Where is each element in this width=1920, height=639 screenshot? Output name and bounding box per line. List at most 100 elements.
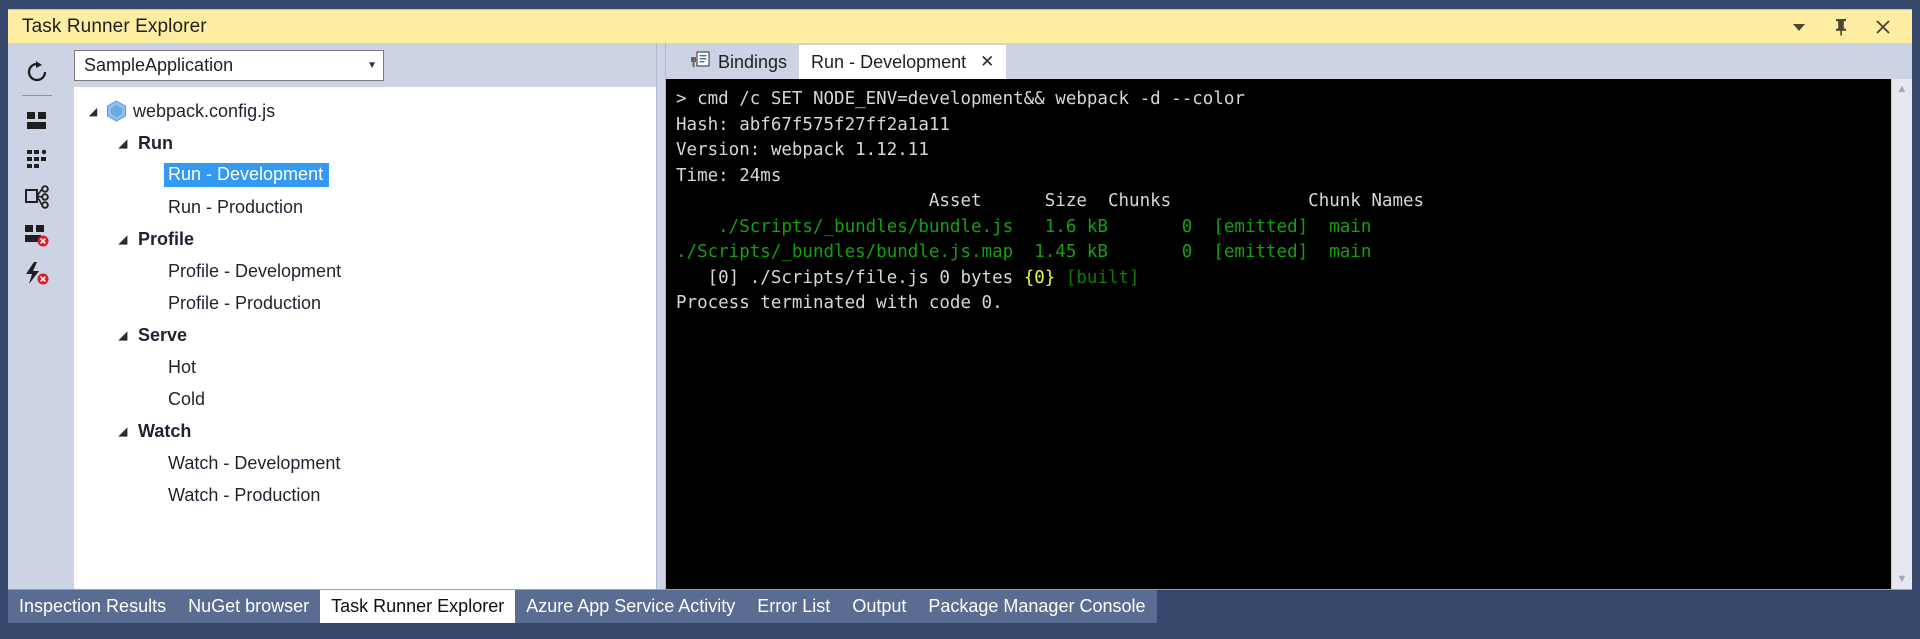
tree-node-root[interactable]: ◢ webpack.config.js: [74, 95, 656, 127]
tool-window: Task Runner Explorer SampleApplication ▼…: [0, 0, 1920, 639]
tree-task-cold[interactable]: Cold: [74, 383, 656, 415]
tree-group-label: Watch: [138, 420, 192, 441]
tab-label: Bindings: [718, 51, 788, 72]
bottom-tab-bar-filler: [1156, 590, 1912, 623]
tree-task-run-production[interactable]: Run - Production: [74, 191, 656, 223]
tree-group-label: Profile: [138, 228, 195, 249]
expander-icon[interactable]: ◢: [84, 105, 102, 118]
tree-task-label: Hot: [168, 356, 197, 377]
tree-task-watch-production[interactable]: Watch - Production: [74, 479, 656, 511]
task-list-error-icon[interactable]: [17, 216, 57, 254]
chevron-down-icon[interactable]: [1788, 16, 1810, 38]
bottom-tab-bar: Inspection Results NuGet browser Task Ru…: [8, 589, 1912, 623]
tree-task-label: Run - Development: [164, 163, 330, 187]
tab-run-development[interactable]: Run - Development ✕: [799, 45, 1007, 79]
bottom-tab-error-list[interactable]: Error List: [746, 590, 841, 623]
project-select[interactable]: SampleApplication ▼: [74, 49, 384, 81]
expander-icon[interactable]: ◢: [114, 329, 132, 342]
console-scrollbar[interactable]: ▲ ▼: [1891, 79, 1912, 589]
expander-icon[interactable]: ◢: [114, 425, 132, 438]
document-tab-strip: Bindings Run - Development ✕: [666, 43, 1912, 79]
tree-task-run-development[interactable]: Run - Development: [74, 159, 656, 191]
console-line: Time: 24ms: [676, 164, 1891, 190]
scroll-up-icon[interactable]: ▲: [1897, 83, 1908, 95]
scroll-down-icon[interactable]: ▼: [1897, 573, 1908, 585]
console-segment: Hash: abf67f575f27ff2a1a11: [676, 114, 950, 135]
close-icon[interactable]: [1872, 16, 1894, 38]
bottom-tab-nuget-browser[interactable]: NuGet browser: [177, 590, 320, 623]
console-segment: ./Scripts/_bundles/bundle.js.map 1.45 kB…: [676, 242, 1372, 262]
run-error-icon[interactable]: [17, 254, 57, 292]
task-tree[interactable]: ◢ webpack.config.js ◢ Run Run - Developm…: [74, 87, 656, 589]
tree-group-label: Run: [138, 132, 173, 153]
bottom-tab-package-manager-console[interactable]: Package Manager Console: [917, 590, 1156, 623]
tree-task-label: Cold: [168, 388, 206, 409]
console-segment: {0}: [1023, 267, 1056, 288]
console-segment: [built]: [1055, 267, 1140, 288]
panel-body: SampleApplication ▼ ◢ webpack.config.js: [8, 43, 1912, 589]
console-output[interactable]: > cmd /c SET NODE_ENV=development&& webp…: [666, 79, 1891, 589]
bottom-tab-label: Output: [852, 596, 907, 616]
console-segment: Version: webpack 1.12.11: [676, 140, 929, 160]
console-line: Process terminated with code 0.: [676, 291, 1891, 317]
bottom-tab-label: Error List: [757, 596, 831, 616]
console-segment: ./Scripts/_bundles/bundle.js 1.6 kB 0 [e…: [676, 216, 1372, 237]
task-grid-icon[interactable]: [17, 140, 57, 178]
console-wrap: > cmd /c SET NODE_ENV=development&& webp…: [666, 79, 1912, 589]
bottom-tab-azure-app-service-activity[interactable]: Azure App Service Activity: [515, 590, 746, 623]
console-segment: Asset Size Chunks Chunk Names: [676, 191, 1425, 211]
bindings-icon[interactable]: [17, 178, 57, 216]
left-toolbar: [8, 43, 66, 589]
bottom-tab-output[interactable]: Output: [841, 590, 917, 623]
tree-task-watch-development[interactable]: Watch - Development: [74, 447, 656, 479]
pin-icon[interactable]: [1830, 16, 1852, 38]
tree-task-label: Run - Production: [168, 196, 304, 217]
console-pane: Bindings Run - Development ✕ > cmd /c SE…: [666, 43, 1912, 589]
tree-task-label: Profile - Production: [168, 292, 322, 313]
chevron-down-icon: ▼: [367, 59, 377, 71]
console-line: Asset Size Chunks Chunk Names: [676, 189, 1891, 215]
tree-group-label: Serve: [138, 324, 188, 345]
close-icon[interactable]: ✕: [980, 52, 994, 72]
tree-node-label: webpack.config.js: [133, 100, 276, 121]
tree-task-profile-production[interactable]: Profile - Production: [74, 287, 656, 319]
task-tree-pane: SampleApplication ▼ ◢ webpack.config.js: [66, 43, 656, 589]
console-line: Hash: abf67f575f27ff2a1a11: [676, 113, 1891, 139]
tree-task-hot[interactable]: Hot: [74, 351, 656, 383]
console-line: ./Scripts/_bundles/bundle.js.map 1.45 kB…: [676, 240, 1891, 266]
console-line: > cmd /c SET NODE_ENV=development&& webp…: [676, 87, 1891, 113]
tree-group-serve[interactable]: ◢ Serve: [74, 319, 656, 351]
tab-label: Run - Development: [811, 51, 967, 72]
console-segment: Process terminated with code 0.: [676, 293, 1003, 313]
tree-task-label: Watch - Development: [168, 452, 341, 473]
bottom-tab-label: NuGet browser: [188, 596, 310, 616]
console-line: Version: webpack 1.12.11: [676, 138, 1891, 164]
tree-group-run[interactable]: ◢ Run: [74, 127, 656, 159]
bottom-tab-label: Azure App Service Activity: [526, 596, 736, 616]
title-bar-controls: [1788, 16, 1894, 38]
console-segment: Time: 24ms: [676, 165, 782, 186]
project-select-value: SampleApplication: [84, 54, 234, 75]
tab-bindings[interactable]: Bindings: [678, 45, 799, 79]
pane-splitter[interactable]: [656, 43, 666, 589]
bottom-tab-label: Package Manager Console: [928, 596, 1146, 616]
bottom-tab-label: Task Runner Explorer: [331, 596, 505, 616]
console-line: [0] ./Scripts/file.js 0 bytes {0} [built…: [676, 266, 1891, 292]
tree-task-label: Profile - Development: [168, 260, 342, 281]
toolbar-separator: [22, 95, 52, 96]
bottom-tab-inspection-results[interactable]: Inspection Results: [8, 590, 177, 623]
console-line: ./Scripts/_bundles/bundle.js 1.6 kB 0 [e…: [676, 215, 1891, 241]
project-select-row: SampleApplication ▼: [66, 43, 656, 87]
expander-icon[interactable]: ◢: [114, 137, 132, 150]
title-bar: Task Runner Explorer: [8, 9, 1912, 43]
tree-group-profile[interactable]: ◢ Profile: [74, 223, 656, 255]
refresh-icon[interactable]: [17, 53, 57, 91]
bindings-plug-icon: [690, 50, 710, 75]
bottom-tab-label: Inspection Results: [19, 596, 167, 616]
tree-task-profile-development[interactable]: Profile - Development: [74, 255, 656, 287]
bottom-tab-task-runner-explorer[interactable]: Task Runner Explorer: [320, 590, 516, 623]
task-list-icon[interactable]: [17, 102, 57, 140]
tree-group-watch[interactable]: ◢ Watch: [74, 415, 656, 447]
expander-icon[interactable]: ◢: [114, 233, 132, 246]
console-segment: [0] ./Scripts/file.js 0 bytes: [676, 267, 1024, 288]
